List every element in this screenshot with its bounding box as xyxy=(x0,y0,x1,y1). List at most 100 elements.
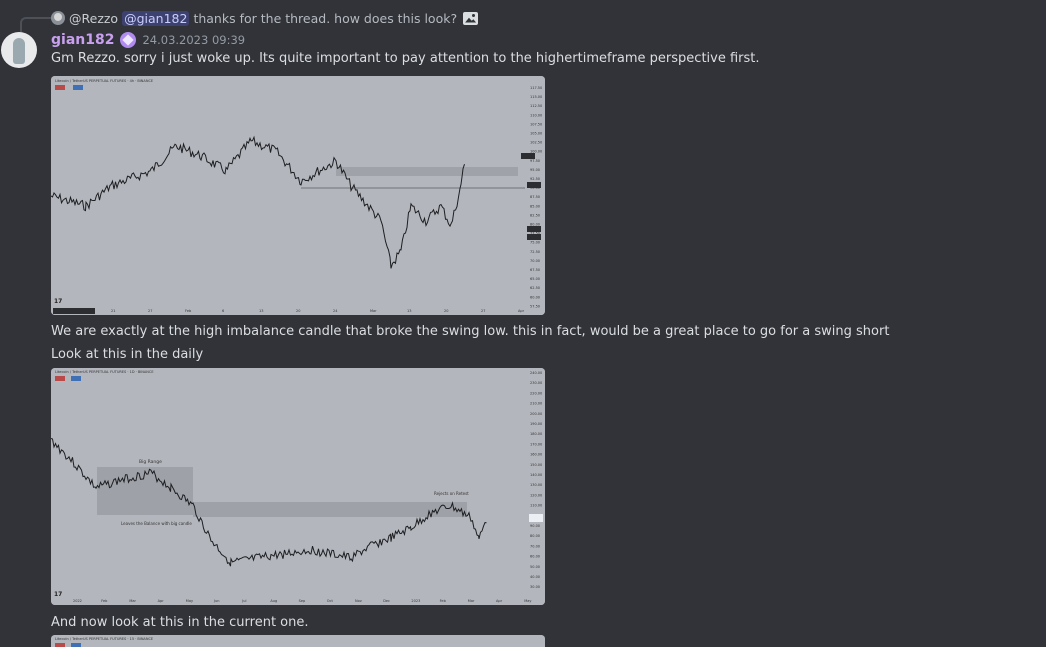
axis-tick-label: 20 xyxy=(444,309,448,313)
axis-tick-label: 240.00 xyxy=(530,371,542,375)
axis-tick-label: 200.00 xyxy=(530,412,542,416)
axis-tick-label: 85.00 xyxy=(530,204,540,208)
axis-tick-label: 70.00 xyxy=(530,259,540,263)
chart-1d-title: Litecoin / TetherUS PERPETUAL FUTURES · … xyxy=(55,370,154,374)
chart-4h-title: Litecoin / TetherUS PERPETUAL FUTURES · … xyxy=(55,79,153,83)
axis-tick-label: 97.50 xyxy=(530,159,540,163)
axis-tick-label: Dec xyxy=(383,599,390,603)
axis-tick-label: Mar xyxy=(468,599,475,603)
username[interactable]: gian182 xyxy=(51,32,114,48)
axis-tick-label: 27 xyxy=(481,309,485,313)
axis-tick-label: 130.00 xyxy=(530,483,542,487)
axis-tick-label: 65.00 xyxy=(530,277,540,281)
axis-tick-label: 95.00 xyxy=(530,168,540,172)
message-line-3: Look at this in the daily xyxy=(51,347,204,362)
axis-tick-label: 190.00 xyxy=(530,422,542,426)
axis-tick-label: May xyxy=(524,599,531,603)
chart-image-4h[interactable]: Litecoin / TetherUS PERPETUAL FUTURES · … xyxy=(51,76,545,315)
axis-tick-label: 80.00 xyxy=(530,534,540,538)
axis-tick-label: 62.50 xyxy=(530,286,540,290)
reply-avatar[interactable] xyxy=(51,11,65,25)
axis-tick-label: Mar xyxy=(129,599,136,603)
reply-connector xyxy=(20,17,52,33)
axis-tick-label: 112.50 xyxy=(530,104,542,108)
axis-tick-label: 57.50 xyxy=(530,304,540,308)
chart-1d-svg: Litecoin / TetherUS PERPETUAL FUTURES · … xyxy=(51,368,545,605)
chart-15m-title: Litecoin / TetherUS PERPETUAL FUTURES · … xyxy=(55,637,153,641)
svg-text:17: 17 xyxy=(54,591,62,598)
axis-tick-label: 110.00 xyxy=(530,504,542,508)
axis-tick-label: 82.50 xyxy=(530,213,540,217)
axis-tick-label: Aug xyxy=(270,599,277,603)
axis-tick-label: 80.00 xyxy=(530,223,540,227)
message-line-1: Gm Rezzo. sorry i just woke up. Its quit… xyxy=(51,51,760,66)
axis-tick-label: 2023 xyxy=(411,599,420,603)
chart-image-1d[interactable]: Litecoin / TetherUS PERPETUAL FUTURES · … xyxy=(51,368,545,605)
axis-tick-label: Apr xyxy=(496,599,503,603)
message-line-4: And now look at this in the current one. xyxy=(51,615,309,630)
axis-tick-label: Jul xyxy=(241,599,246,603)
message-line-2: We are exactly at the high imbalance can… xyxy=(51,324,890,339)
message-header: gian182 24.03.2023 09:39 xyxy=(51,32,245,48)
reply-preview[interactable]: @Rezzo @gian182 thanks for the thread. h… xyxy=(51,9,479,27)
axis-tick-label: 13 xyxy=(259,309,263,313)
axis-tick-label: Sep xyxy=(299,599,306,603)
axis-tick-label: Feb xyxy=(185,309,192,313)
axis-tick-label: 75.00 xyxy=(530,241,540,245)
axis-tick-label: 107.50 xyxy=(530,122,542,126)
axis-tick-label: 160.00 xyxy=(530,453,542,457)
axis-tick-label: 117.50 xyxy=(530,86,542,90)
nitro-badge-icon[interactable] xyxy=(120,32,137,48)
axis-tick-label: 102.50 xyxy=(530,141,542,145)
axis-tick-label: 60.00 xyxy=(530,295,540,299)
annotation-big-range: Big Range xyxy=(139,459,162,465)
axis-tick-label: Oct xyxy=(327,599,334,603)
axis-tick-label: 72.50 xyxy=(530,250,540,254)
reply-mention[interactable]: @gian182 xyxy=(122,10,190,26)
axis-tick-label: 115.00 xyxy=(530,95,542,99)
reply-text[interactable]: thanks for the thread. how does this loo… xyxy=(193,11,457,26)
axis-tick-label: 90.00 xyxy=(530,524,540,528)
timestamp[interactable]: 24.03.2023 09:39 xyxy=(142,33,245,47)
reply-author[interactable]: @Rezzo xyxy=(69,11,118,26)
axis-tick-label: 210.00 xyxy=(530,402,542,406)
axis-tick-label: 87.50 xyxy=(530,195,540,199)
annotation-leaves-balance: Leaves the Balance with big candle xyxy=(121,521,192,526)
image-icon xyxy=(463,11,479,25)
axis-tick-label: 20 xyxy=(296,309,300,313)
axis-tick-label: 27 xyxy=(148,309,152,313)
axis-tick-label: Jun xyxy=(213,599,219,603)
axis-tick-label: Feb xyxy=(440,599,447,603)
axis-tick-label: 110.00 xyxy=(530,113,542,117)
chart-image-15m[interactable]: Litecoin / TetherUS PERPETUAL FUTURES · … xyxy=(51,635,545,647)
axis-tick-label: 170.00 xyxy=(530,442,542,446)
annotation-rejects: Rejects on Retest xyxy=(434,491,469,496)
axis-tick-label: 6 xyxy=(222,309,224,313)
axis-tick-label: 40.00 xyxy=(530,575,540,579)
axis-tick-label: 24 xyxy=(333,309,338,313)
axis-tick-label: 140.00 xyxy=(530,473,542,477)
axis-tick-label: 120.00 xyxy=(530,493,542,497)
axis-tick-label: 180.00 xyxy=(530,432,542,436)
axis-tick-label: May xyxy=(186,599,193,603)
axis-tick-label: Mar xyxy=(370,309,377,313)
axis-tick-label: 50.00 xyxy=(530,565,540,569)
axis-tick-label: Apr xyxy=(518,309,525,313)
axis-tick-label: 150.00 xyxy=(530,463,542,467)
axis-tick-label: Apr xyxy=(158,599,165,603)
axis-tick-label: 13 xyxy=(407,309,411,313)
chart-15m-svg: Litecoin / TetherUS PERPETUAL FUTURES · … xyxy=(51,635,545,647)
svg-text:17: 17 xyxy=(54,298,62,305)
axis-tick-label: Nov xyxy=(355,599,362,603)
axis-tick-label: 105.00 xyxy=(530,132,542,136)
axis-tick-label: 92.50 xyxy=(530,177,540,181)
axis-tick-label: 230.00 xyxy=(530,381,542,385)
axis-tick-label: Feb xyxy=(101,599,108,603)
avatar[interactable] xyxy=(1,32,37,68)
axis-tick-label: 220.00 xyxy=(530,391,542,395)
axis-tick-label: 70.00 xyxy=(530,544,540,548)
axis-tick-label: 60.00 xyxy=(530,555,540,559)
axis-tick-label: 30.00 xyxy=(530,585,540,589)
chart-4h-svg: Litecoin / TetherUS PERPETUAL FUTURES · … xyxy=(51,76,545,315)
axis-tick-label: 2022 xyxy=(73,599,82,603)
